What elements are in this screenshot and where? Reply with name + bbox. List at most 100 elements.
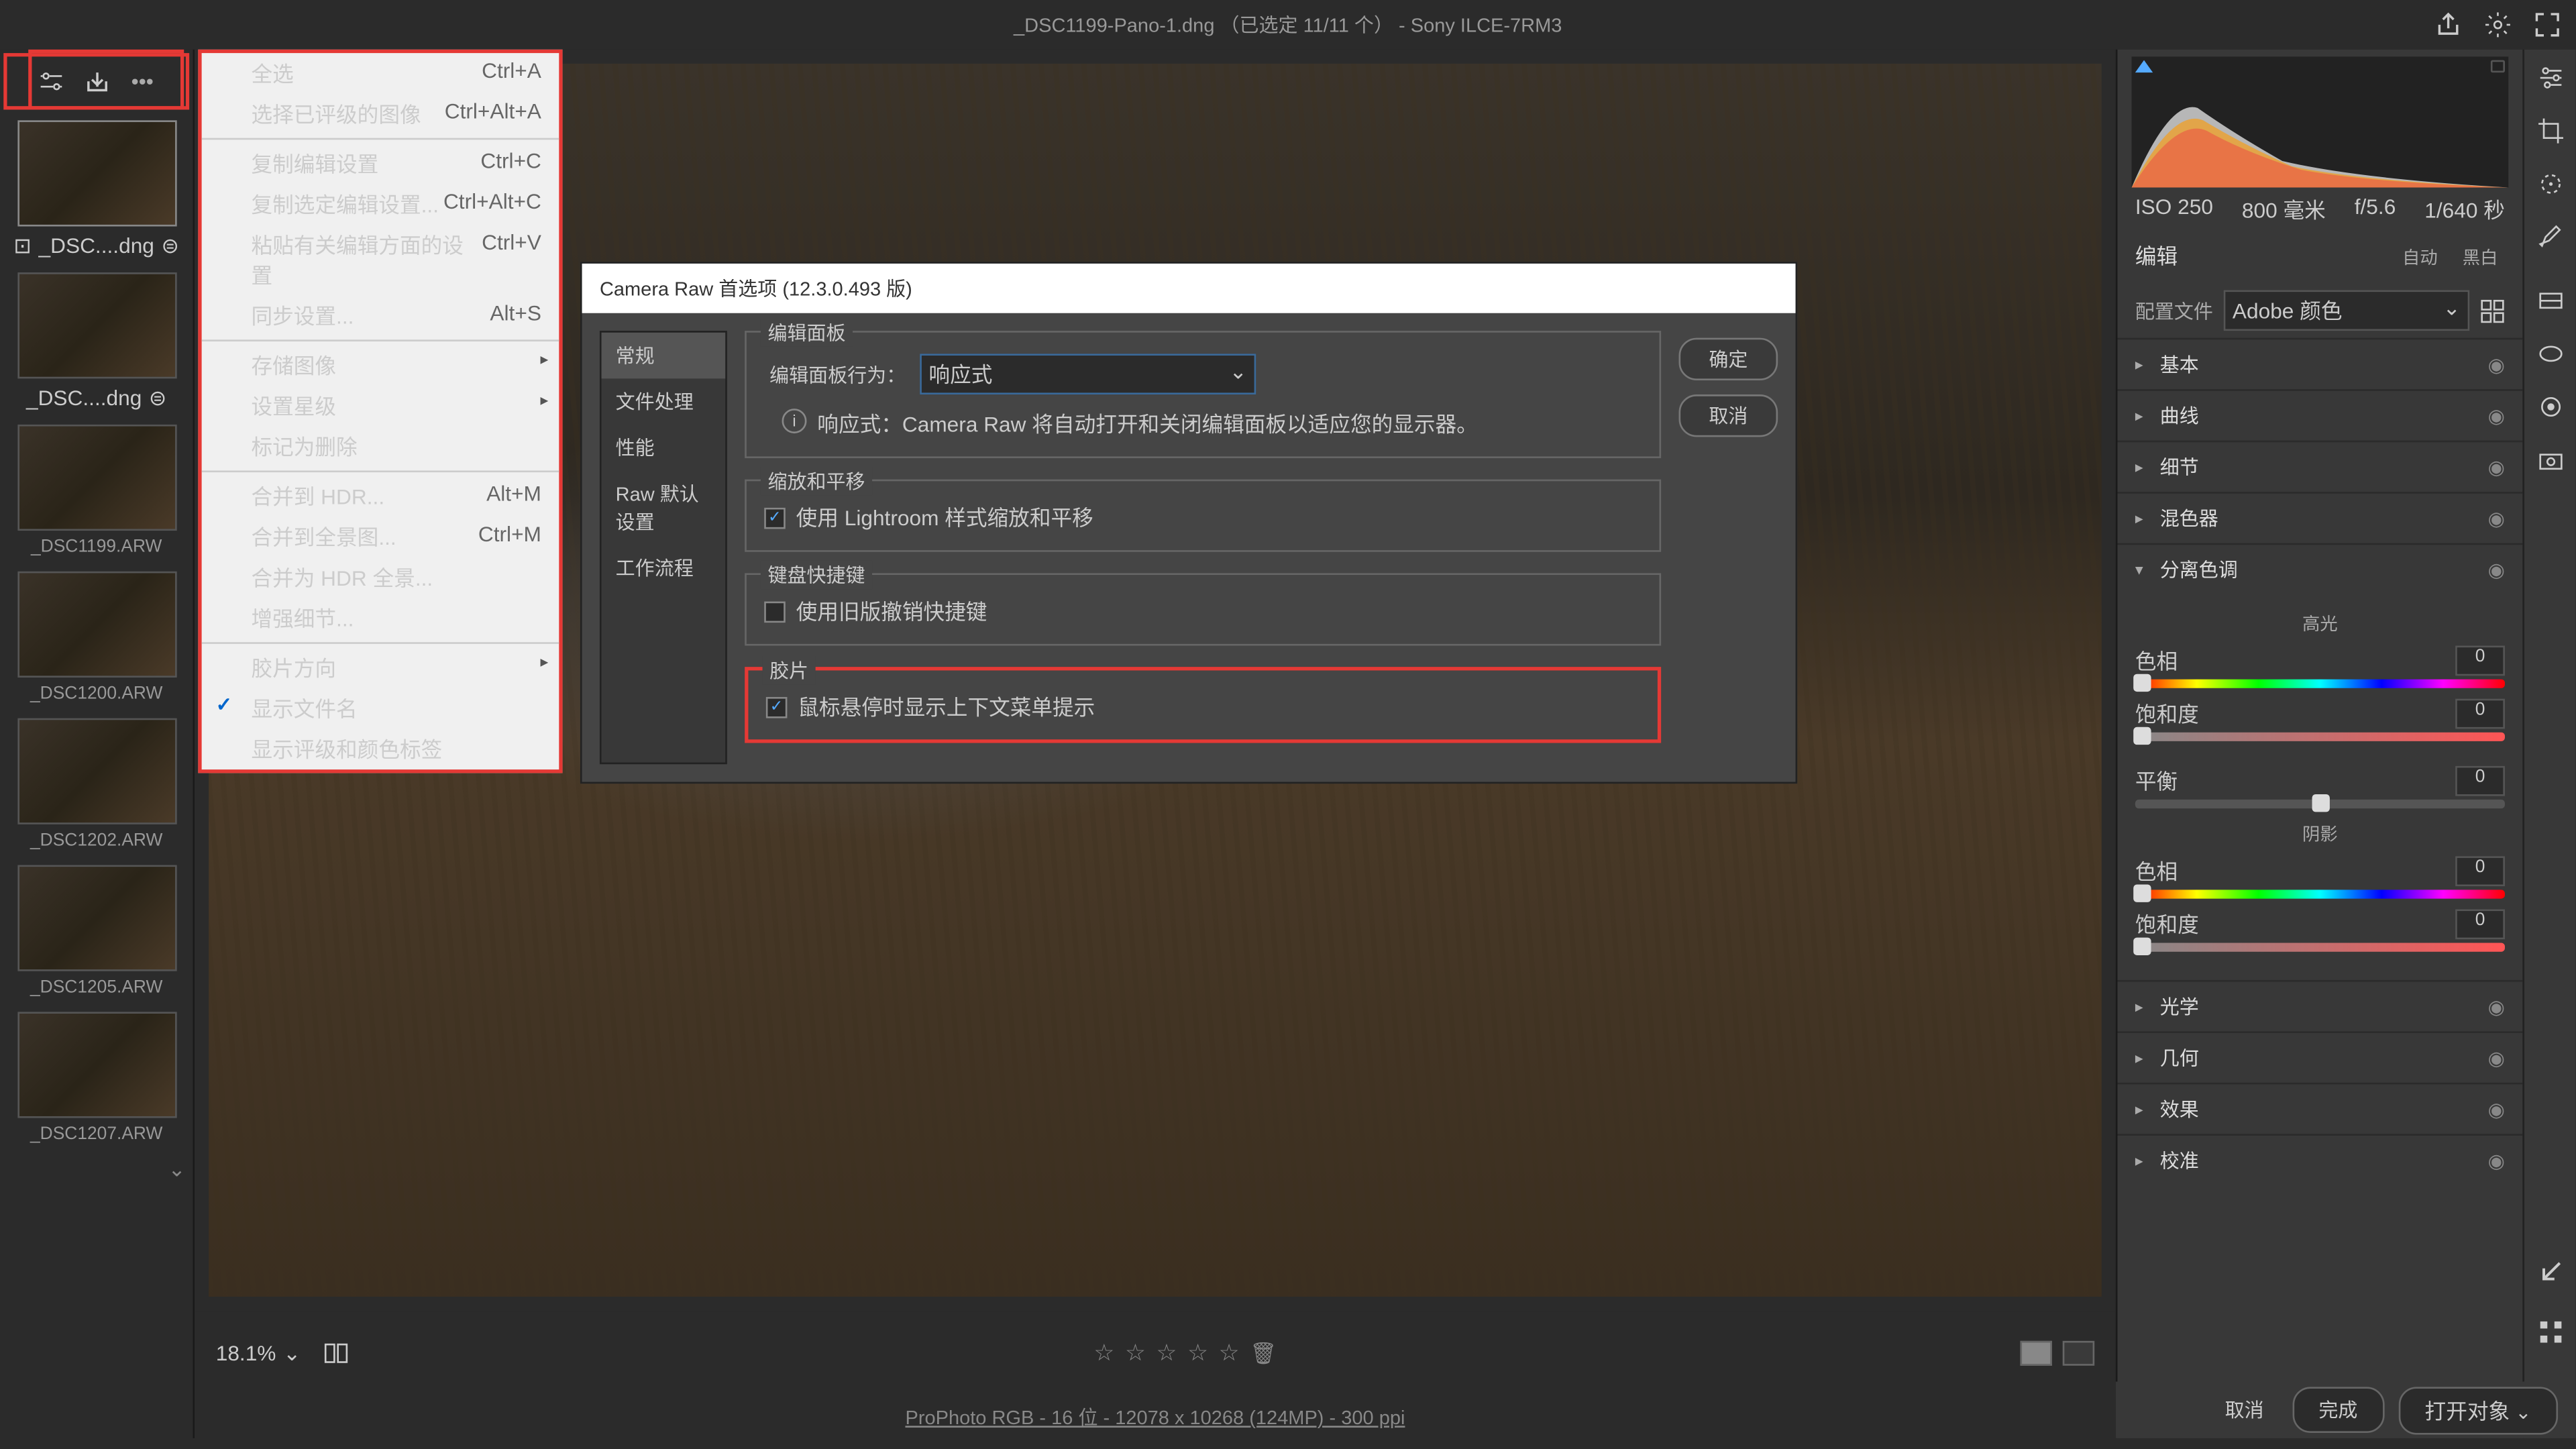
thumbnail[interactable]: _DSC....dng⊜ [0, 266, 193, 418]
status-bar[interactable]: ProPhoto RGB - 16 位 - 12078 x 10268 (124… [195, 1396, 2116, 1438]
redeye-tool-icon[interactable] [2536, 392, 2564, 421]
eye-icon[interactable]: ◉ [2488, 1046, 2505, 1069]
save-icon[interactable] [83, 67, 111, 95]
gear-icon[interactable] [2483, 11, 2512, 39]
star-icon[interactable]: ☆ [1125, 1339, 1146, 1367]
eye-icon[interactable]: ◉ [2488, 507, 2505, 530]
sat-shadows-slider[interactable] [2135, 943, 2505, 952]
ok-button[interactable]: 确定 [1679, 338, 1778, 380]
section-basic[interactable]: ▸基本◉ [2117, 339, 2522, 389]
hue-highlights-value[interactable]: 0 [2455, 646, 2505, 676]
section-calibration[interactable]: ▸校准◉ [2117, 1136, 2522, 1185]
auto-button[interactable]: 自动 [2395, 239, 2445, 272]
sat-shadows-value[interactable]: 0 [2455, 909, 2505, 939]
eye-icon[interactable]: ◉ [2488, 1097, 2505, 1120]
menu-item[interactable]: 全选Ctrl+A [202, 53, 559, 94]
menu-item[interactable]: 同步设置...Alt+S [202, 295, 559, 336]
fullscreen-icon[interactable] [2533, 11, 2561, 39]
nav-general[interactable]: 常规 [602, 333, 726, 379]
highlight-clip-icon[interactable] [2491, 60, 2505, 72]
eye-icon[interactable]: ◉ [2488, 995, 2505, 1018]
menu-item[interactable]: 粘贴有关编辑方面的设置Ctrl+V [202, 225, 559, 295]
menu-item[interactable]: 合并到 HDR...Alt+M [202, 476, 559, 517]
edit-tool-icon[interactable] [2536, 64, 2564, 92]
view-split-button[interactable] [2063, 1341, 2094, 1366]
chevron-down-icon[interactable]: ⌄ [0, 1152, 193, 1187]
nav-file-handling[interactable]: 文件处理 [602, 378, 726, 425]
star-icon[interactable]: ☆ [1187, 1339, 1208, 1367]
menu-item[interactable]: 增强细节... [202, 598, 559, 639]
section-curve[interactable]: ▸曲线◉ [2117, 391, 2522, 441]
panel-behavior-select[interactable]: 响应式⌄ [920, 354, 1256, 394]
thumbnail[interactable]: _DSC1207.ARW [0, 1005, 193, 1152]
sat-highlights-value[interactable]: 0 [2455, 699, 2505, 729]
menu-item[interactable]: 存储图像 [202, 345, 559, 386]
lightroom-zoom-checkbox[interactable]: ✓ [764, 507, 786, 529]
share-icon[interactable] [2434, 11, 2463, 39]
histogram[interactable] [2132, 56, 2509, 187]
profile-grid-icon[interactable] [2480, 298, 2505, 323]
presets-icon[interactable] [2536, 1318, 2564, 1346]
bw-button[interactable]: 黑白 [2455, 239, 2505, 272]
hue-shadows-slider[interactable] [2135, 890, 2505, 898]
menu-item[interactable]: 选择已评级的图像Ctrl+Alt+A [202, 94, 559, 135]
trash-icon[interactable]: 🗑 [1250, 1341, 1277, 1366]
thumbnail[interactable]: _DSC1205.ARW [0, 858, 193, 1005]
menu-item[interactable]: 显示文件名 [202, 688, 559, 729]
section-detail[interactable]: ▸细节◉ [2117, 442, 2522, 492]
eye-icon[interactable]: ◉ [2488, 558, 2505, 581]
open-button[interactable]: 打开对象 ⌄ [2398, 1386, 2558, 1434]
more-icon[interactable]: ••• [128, 67, 156, 95]
star-icon[interactable]: ☆ [1219, 1339, 1240, 1367]
hue-shadows-value[interactable]: 0 [2455, 856, 2505, 886]
done-button[interactable]: 完成 [2292, 1387, 2384, 1433]
compare-icon[interactable] [322, 1339, 350, 1367]
star-icon[interactable]: ☆ [1093, 1339, 1114, 1367]
nav-performance[interactable]: 性能 [602, 425, 726, 471]
menu-item[interactable]: 复制选定编辑设置...Ctrl+Alt+C [202, 184, 559, 225]
thumbnail[interactable]: _DSC1199.ARW [0, 417, 193, 564]
balance-value[interactable]: 0 [2455, 766, 2505, 796]
eye-icon[interactable]: ◉ [2488, 455, 2505, 478]
filter-icon[interactable] [36, 67, 64, 95]
hue-highlights-slider[interactable] [2135, 680, 2505, 688]
menu-item[interactable]: 标记为删除 [202, 427, 559, 468]
brush-tool-icon[interactable] [2536, 223, 2564, 251]
menu-item[interactable]: 胶片方向 [202, 647, 559, 688]
nav-workflow[interactable]: 工作流程 [602, 545, 726, 591]
heal-tool-icon[interactable] [2536, 170, 2564, 198]
section-geometry[interactable]: ▸几何◉ [2117, 1033, 2522, 1083]
section-effects[interactable]: ▸效果◉ [2117, 1084, 2522, 1134]
shadow-clip-icon[interactable] [2135, 60, 2153, 72]
snapshot-tool-icon[interactable] [2536, 446, 2564, 474]
eye-icon[interactable]: ◉ [2488, 1149, 2505, 1172]
profile-select[interactable]: Adobe 颜色⌄ [2224, 290, 2470, 331]
legacy-undo-checkbox[interactable] [764, 600, 786, 622]
menu-item[interactable]: 设置星级 [202, 386, 559, 427]
thumbnail[interactable]: ⊡_DSC....dng⊜ [0, 113, 193, 266]
nav-raw-defaults[interactable]: Raw 默认设置 [602, 470, 726, 545]
view-single-button[interactable] [2020, 1341, 2051, 1366]
menu-item[interactable]: 合并为 HDR 全景... [202, 557, 559, 598]
rating-stars[interactable]: ☆ ☆ ☆ ☆ ☆ 🗑 [1093, 1339, 1277, 1367]
hand-tool-icon[interactable] [2536, 1258, 2564, 1286]
gradient-tool-icon[interactable] [2536, 286, 2564, 315]
section-optics[interactable]: ▸光学◉ [2117, 982, 2522, 1032]
thumbnail[interactable]: _DSC1202.ARW [0, 711, 193, 858]
menu-item[interactable]: 合并到全景图...Ctrl+M [202, 517, 559, 557]
menu-item[interactable]: 显示评级和颜色标签 [202, 729, 559, 769]
menu-item[interactable]: 复制编辑设置Ctrl+C [202, 144, 559, 184]
balance-slider[interactable] [2135, 800, 2505, 808]
thumbnail[interactable]: _DSC1200.ARW [0, 564, 193, 711]
star-icon[interactable]: ☆ [1157, 1339, 1177, 1367]
dialog-cancel-button[interactable]: 取消 [1679, 394, 1778, 437]
zoom-select[interactable]: 18.1% ⌄ [216, 1341, 301, 1366]
radial-tool-icon[interactable] [2536, 339, 2564, 368]
cancel-button[interactable]: 取消 [2210, 1389, 2277, 1431]
eye-icon[interactable]: ◉ [2488, 353, 2505, 376]
section-mixer[interactable]: ▸混色器◉ [2117, 494, 2522, 543]
section-split-toning[interactable]: ▾分离色调◉ [2117, 545, 2522, 594]
eye-icon[interactable]: ◉ [2488, 405, 2505, 427]
sat-highlights-slider[interactable] [2135, 733, 2505, 741]
hover-tooltip-checkbox[interactable]: ✓ [766, 696, 788, 718]
